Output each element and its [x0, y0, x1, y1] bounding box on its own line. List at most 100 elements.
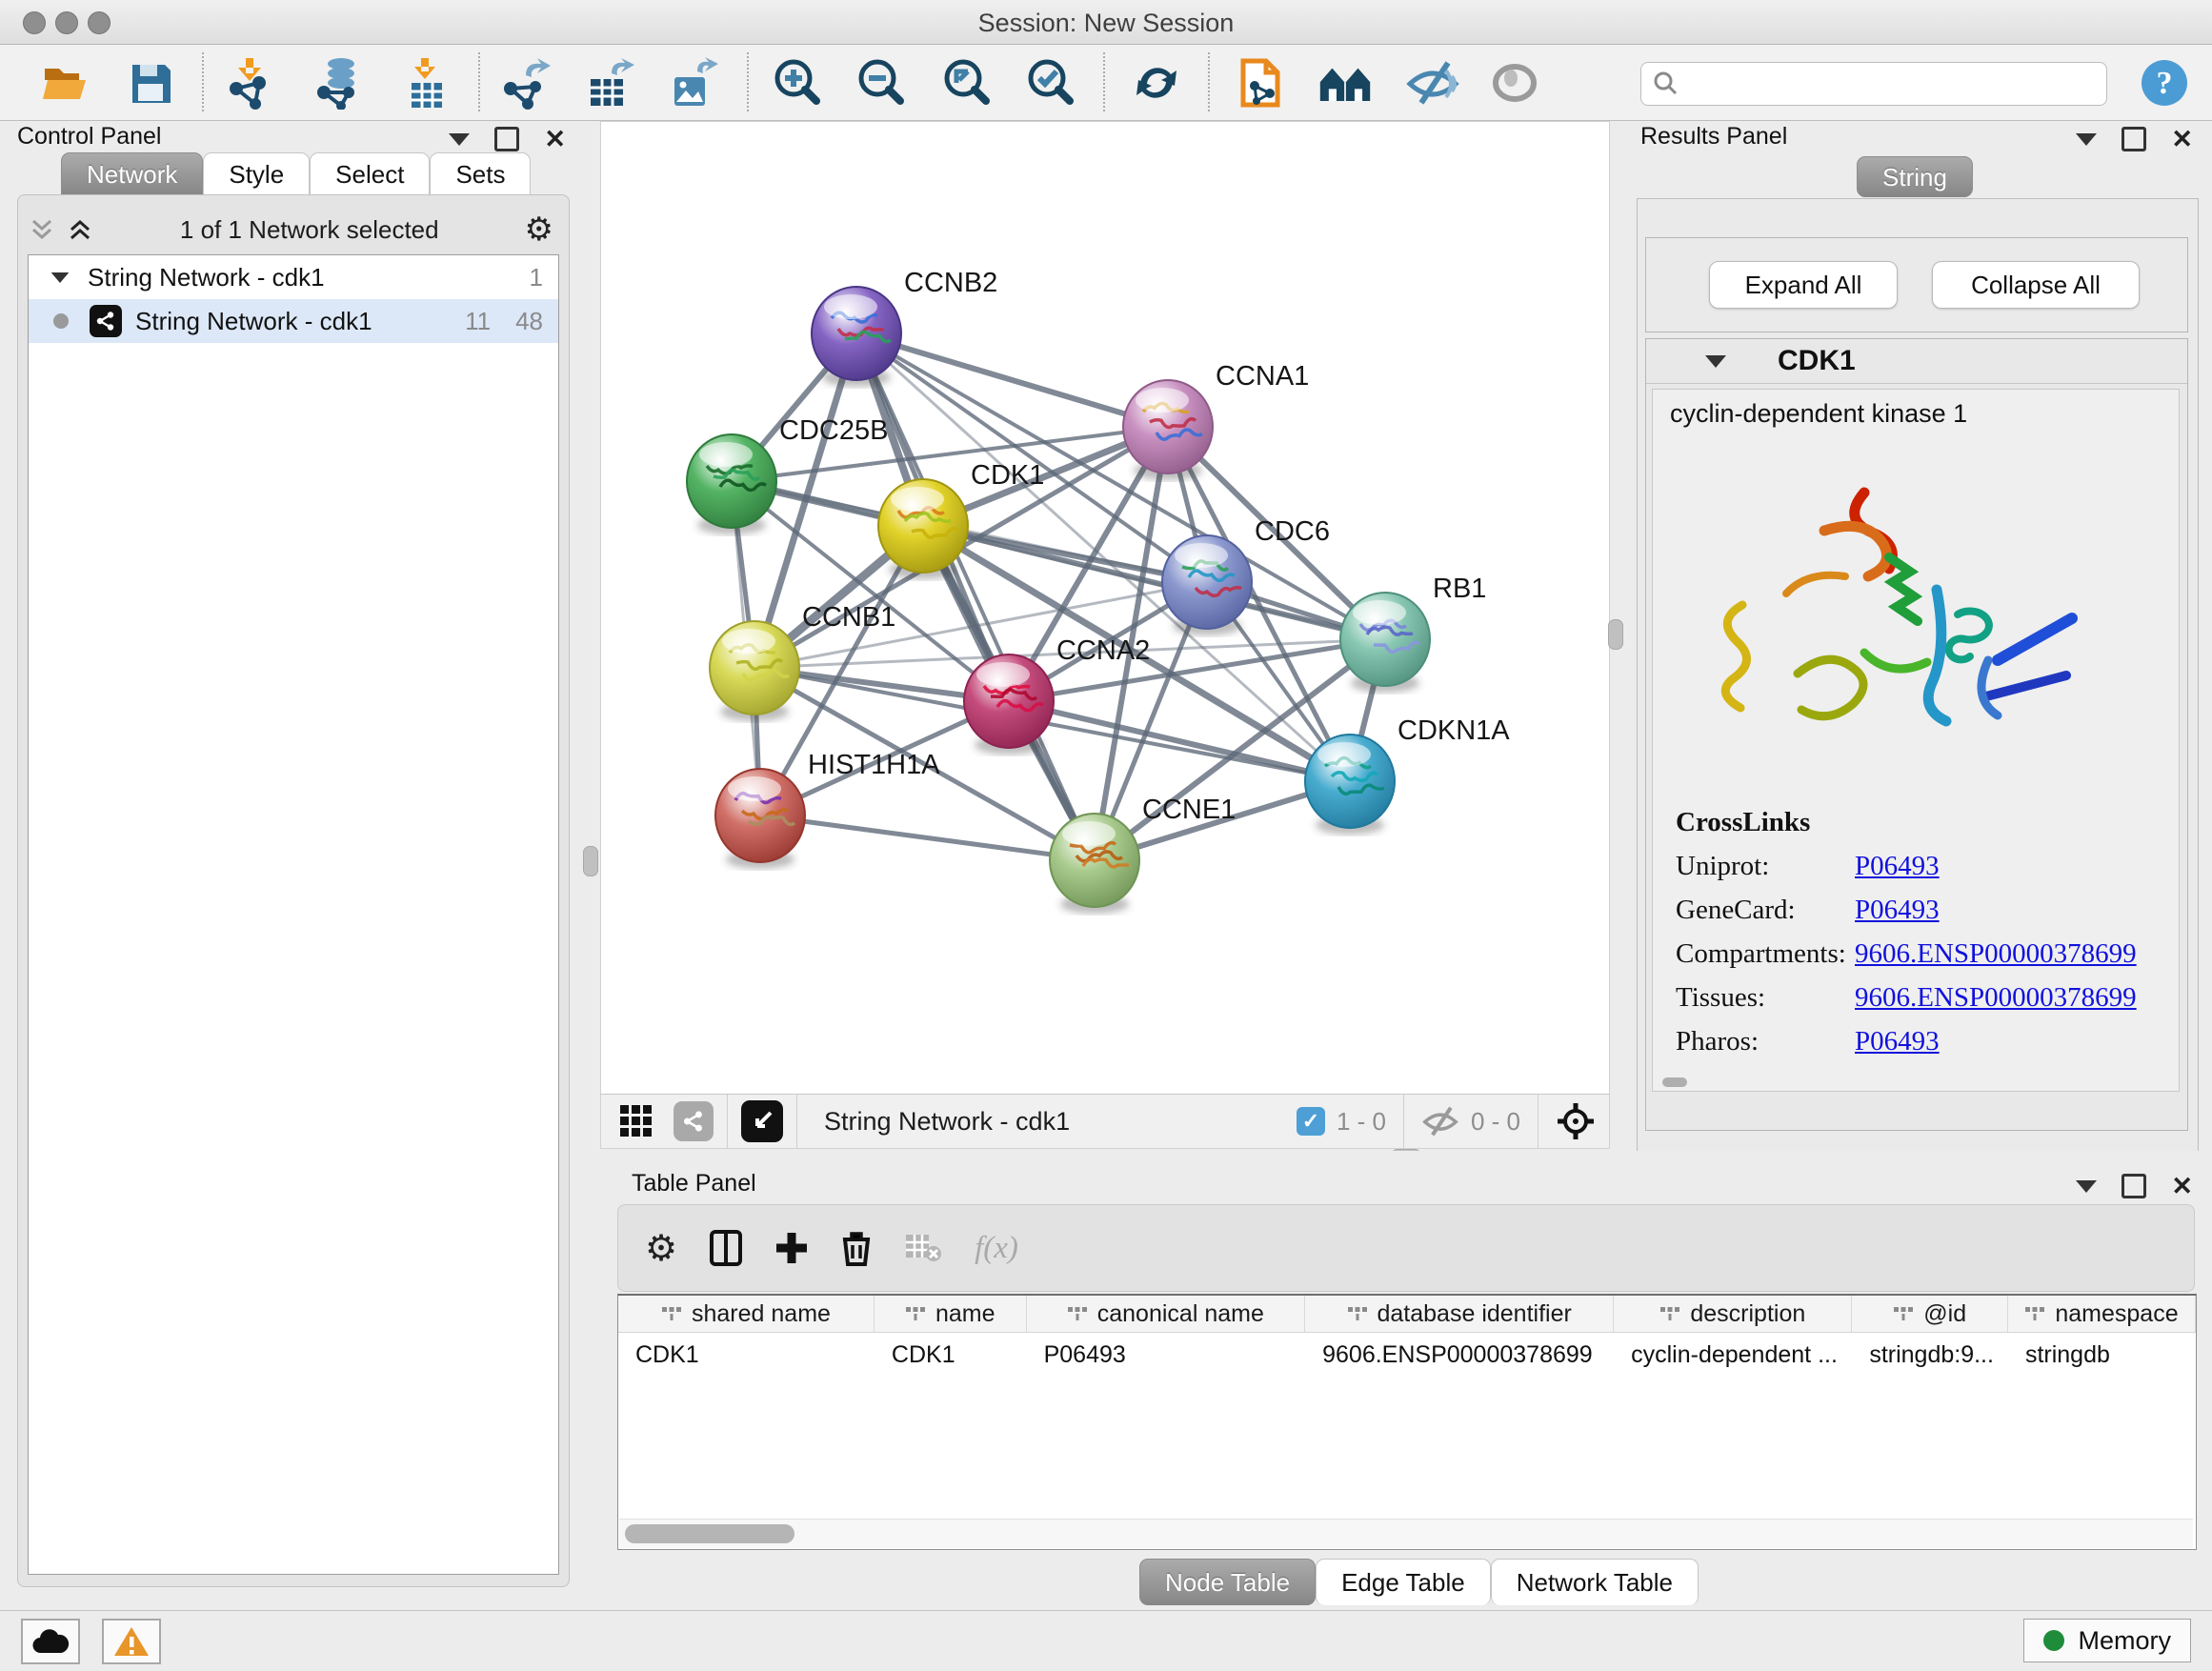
- tab-style[interactable]: Style: [203, 152, 310, 195]
- show-all-eye-icon[interactable]: [1488, 56, 1541, 110]
- new-network-from-file-icon[interactable]: [1235, 56, 1288, 110]
- import-network-file-icon[interactable]: [223, 56, 276, 110]
- control-panel-close-icon[interactable]: ✕: [544, 130, 566, 149]
- network-node[interactable]: CCNA1: [1123, 361, 1309, 480]
- tab-sets[interactable]: Sets: [430, 152, 531, 195]
- results-panel-collapse-icon[interactable]: [2076, 133, 2097, 146]
- gene-collapse-icon[interactable]: [1705, 355, 1726, 368]
- table-hscroll-thumb[interactable]: [625, 1524, 794, 1543]
- apply-layout-icon[interactable]: [1130, 56, 1183, 110]
- network-node[interactable]: RB1: [1340, 574, 1486, 693]
- help-icon[interactable]: ?: [2138, 56, 2191, 110]
- right-splitter-handle[interactable]: [1608, 619, 1623, 650]
- crosslink-uniprot-link[interactable]: P06493: [1855, 851, 1940, 882]
- save-session-icon[interactable]: [124, 56, 177, 110]
- network-collection-row[interactable]: String Network - cdk1 1: [29, 255, 558, 299]
- column-header-database-identifier[interactable]: database identifier: [1305, 1296, 1614, 1332]
- search-icon: [1653, 70, 1679, 97]
- column-header-shared-name[interactable]: shared name: [618, 1296, 875, 1332]
- cloud-button[interactable]: [21, 1619, 80, 1664]
- table-cell: 9606.ENSP00000378699: [1305, 1341, 1614, 1369]
- zoom-out-icon[interactable]: [855, 56, 909, 110]
- results-panel-close-icon[interactable]: ✕: [2171, 130, 2193, 149]
- network-share-view-icon[interactable]: [674, 1101, 714, 1141]
- network-canvas[interactable]: CCNB2CCNA1CDC25BCDK1CDC6RB1CCNB1CCNA2CDK…: [600, 121, 1610, 1096]
- column-header-name[interactable]: name: [875, 1296, 1027, 1332]
- collapse-all-button[interactable]: Collapse All: [1932, 261, 2140, 309]
- column-header-namespace[interactable]: namespace: [2008, 1296, 2196, 1332]
- gene-section: CDK1 cyclin-dependent kinase 1: [1645, 338, 2188, 1131]
- crosslink-compartments-link[interactable]: 9606.ENSP00000378699: [1855, 938, 2137, 970]
- grid-view-icon[interactable]: [618, 1103, 654, 1139]
- import-network-database-icon[interactable]: [312, 56, 366, 110]
- results-panel-float-icon[interactable]: [2122, 127, 2146, 151]
- delete-column-icon[interactable]: [841, 1230, 872, 1266]
- table-row[interactable]: CDK1CDK1P064939606.ENSP00000378699cyclin…: [618, 1333, 2196, 1377]
- table-panel-close-icon[interactable]: ✕: [2171, 1177, 2193, 1196]
- crosslink-label: Tissues:: [1676, 982, 1855, 1014]
- table-toolbar: ⚙ f(x): [617, 1204, 2195, 1292]
- status-bar: Memory: [0, 1610, 2212, 1671]
- selected-checkbox-icon[interactable]: ✓: [1297, 1107, 1325, 1136]
- column-header-canonical-name[interactable]: canonical name: [1027, 1296, 1306, 1332]
- gene-description: cyclin-dependent kinase 1: [1670, 399, 1967, 429]
- tab-network[interactable]: Network: [61, 152, 203, 195]
- crosslink-tissues-link[interactable]: 9606.ENSP00000378699: [1855, 982, 2137, 1014]
- node-label: CCNB2: [904, 268, 997, 298]
- gene-section-header[interactable]: CDK1: [1646, 339, 2187, 384]
- export-table-icon[interactable]: [583, 56, 636, 110]
- tab-node-table[interactable]: Node Table: [1139, 1559, 1316, 1605]
- network-node[interactable]: HIST1H1A: [715, 750, 940, 869]
- toolbar-separator: [1208, 52, 1210, 111]
- expand-all-button[interactable]: Expand All: [1709, 261, 1898, 309]
- function-builder-icon[interactable]: f(x): [975, 1231, 1018, 1266]
- expand-all-networks-icon[interactable]: [66, 215, 94, 244]
- control-panel-collapse-icon[interactable]: [449, 133, 470, 146]
- crosslink-label: Pharos:: [1676, 1026, 1855, 1057]
- crosslinks-title: CrossLinks: [1676, 807, 2137, 838]
- node-label: CDC6: [1255, 516, 1330, 547]
- network-row[interactable]: String Network - cdk1 11 48: [29, 299, 558, 343]
- table-panel-collapse-icon[interactable]: [2076, 1180, 2097, 1193]
- memory-button[interactable]: Memory: [2023, 1619, 2191, 1662]
- control-panel: Control Panel ✕ Network Style Select Set…: [0, 121, 583, 1610]
- collapse-all-networks-icon[interactable]: [28, 215, 56, 244]
- gene-details: cyclin-dependent kinase 1: [1652, 389, 2180, 1092]
- crosslink-pharos-link[interactable]: P06493: [1855, 1026, 1940, 1057]
- network-node[interactable]: CCNE1: [1050, 795, 1236, 914]
- column-header--id[interactable]: @id: [1852, 1296, 2008, 1332]
- table-options-gear-icon[interactable]: ⚙: [645, 1227, 677, 1270]
- tab-select[interactable]: Select: [310, 152, 430, 195]
- table-panel-float-icon[interactable]: [2122, 1174, 2146, 1198]
- delete-table-icon[interactable]: [904, 1233, 942, 1263]
- zoom-in-icon[interactable]: [772, 56, 825, 110]
- zoom-selected-icon[interactable]: [1025, 56, 1078, 110]
- search-input[interactable]: [1679, 70, 2083, 99]
- export-network-icon[interactable]: [499, 56, 553, 110]
- network-edge[interactable]: [856, 333, 1168, 427]
- show-home-icon[interactable]: [1318, 56, 1372, 110]
- export-image-icon[interactable]: [667, 56, 720, 110]
- left-splitter-handle[interactable]: [583, 846, 598, 876]
- fit-selected-crosshair-icon[interactable]: [1556, 1101, 1596, 1141]
- show-columns-icon[interactable]: [710, 1230, 742, 1266]
- tab-edge-table[interactable]: Edge Table: [1316, 1559, 1491, 1605]
- hide-selected-eye-icon[interactable]: [1406, 56, 1459, 110]
- network-node[interactable]: CDKN1A: [1305, 715, 1510, 835]
- collection-expand-icon[interactable]: [51, 272, 70, 282]
- tab-string[interactable]: String: [1857, 156, 1973, 197]
- add-column-icon[interactable]: [774, 1231, 809, 1265]
- crosslink-genecard-link[interactable]: P06493: [1855, 895, 1940, 926]
- network-options-gear-icon[interactable]: ⚙: [525, 211, 553, 249]
- import-table-icon[interactable]: [400, 56, 453, 110]
- warnings-button[interactable]: [102, 1619, 161, 1664]
- column-header-description[interactable]: description: [1614, 1296, 1852, 1332]
- control-panel-float-icon[interactable]: [494, 127, 519, 151]
- mini-scrollbar-thumb[interactable]: [1662, 1077, 1687, 1087]
- birds-eye-view-icon[interactable]: [741, 1100, 783, 1142]
- zoom-fit-icon[interactable]: [941, 56, 995, 110]
- network-edge[interactable]: [760, 815, 1095, 860]
- open-session-icon[interactable]: [40, 56, 93, 110]
- tab-network-table[interactable]: Network Table: [1491, 1559, 1699, 1605]
- network-edge[interactable]: [856, 333, 1095, 860]
